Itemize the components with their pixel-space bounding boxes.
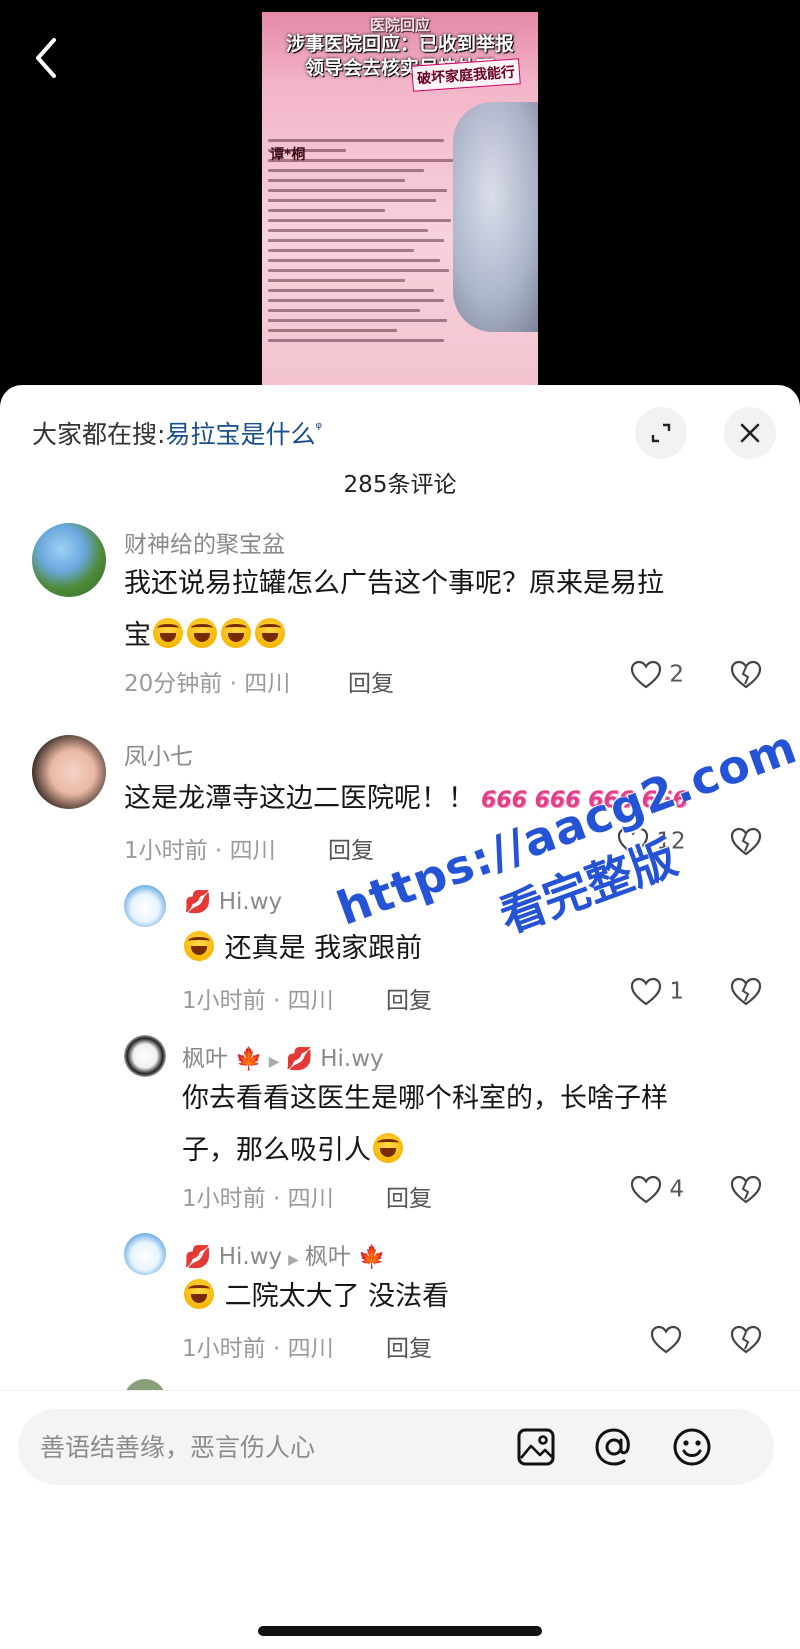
video-thumbnail[interactable]: 医院回应 涉事医院回应：已收到举报 领导会去核实尽快处理 破坏家庭我能行 谭*桐 <box>262 12 538 385</box>
laughing-emoji-icon <box>255 618 285 648</box>
smiley-icon <box>673 1428 711 1466</box>
heart-icon <box>650 1325 682 1354</box>
reply-button[interactable]: 回复 <box>386 1329 432 1363</box>
dislike-button[interactable] <box>730 827 762 857</box>
reply-arrow-icon: ▶ <box>288 1252 299 1268</box>
comment-meta: 20分钟前 · 四川 <box>124 671 291 697</box>
next-reply-partial <box>0 1377 800 1391</box>
hot-search-prefix: 大家都在搜: <box>32 420 166 449</box>
like-count: 12 <box>656 828 686 855</box>
reply-button[interactable]: 回复 <box>328 831 374 865</box>
like-count: 2 <box>669 661 684 688</box>
expand-button[interactable] <box>635 407 687 459</box>
broken-heart-icon <box>730 660 762 689</box>
lips-icon: 💋 <box>184 890 212 915</box>
like-button[interactable]: 4 <box>630 1175 684 1205</box>
like-button[interactable]: 12 <box>617 827 686 857</box>
document-text-lines <box>268 132 463 382</box>
dislike-button[interactable] <box>730 977 762 1007</box>
maple-leaf-icon: 🍁 <box>358 1245 386 1270</box>
image-button[interactable] <box>516 1427 556 1467</box>
comment-meta: 1小时前 · 四川 <box>124 838 276 864</box>
search-icon: ᵠ <box>315 418 323 438</box>
heart-icon <box>630 660 662 689</box>
laughing-emoji-icon <box>221 618 251 648</box>
reply-meta: 1小时前 · 四川 <box>182 1336 334 1362</box>
laughing-emoji-icon <box>373 1133 403 1163</box>
comment-input[interactable] <box>40 1409 520 1485</box>
hot-search-keyword[interactable]: 易拉宝是什么 <box>165 420 315 449</box>
close-button[interactable] <box>724 407 776 459</box>
reply-button[interactable]: 回复 <box>348 664 394 698</box>
chevron-left-icon <box>36 38 56 78</box>
expand-icon <box>651 423 671 443</box>
avatar[interactable] <box>124 1233 166 1275</box>
reply-meta: 1小时前 · 四川 <box>182 1186 334 1212</box>
image-icon <box>517 1428 555 1466</box>
avatar[interactable] <box>124 1035 166 1077</box>
home-indicator <box>258 1626 542 1636</box>
broken-heart-icon <box>730 977 762 1006</box>
broken-heart-icon <box>730 827 762 856</box>
reply-button[interactable]: 回复 <box>386 1179 432 1213</box>
comment-count: 285条评论 <box>343 472 457 498</box>
broken-heart-icon <box>730 1325 762 1354</box>
maple-leaf-icon: 🍁 <box>235 1047 263 1072</box>
like-button[interactable]: 2 <box>630 660 684 690</box>
lips-icon: 💋 <box>285 1047 313 1072</box>
666-sticker: 666 666 666 666 <box>481 788 688 813</box>
reply-username[interactable]: 💋 Hi.wy <box>184 889 282 915</box>
heart-icon <box>617 827 649 856</box>
reply-button[interactable]: 回复 <box>386 981 432 1015</box>
mention-button[interactable] <box>594 1427 634 1467</box>
dislike-button[interactable] <box>730 1175 762 1205</box>
comment-username[interactable]: 财神给的聚宝盆 <box>124 525 285 559</box>
reply-username[interactable]: 💋 Hi.wy ▶ 枫叶 🍁 <box>184 1237 386 1271</box>
reply-arrow-icon: ▶ <box>268 1054 280 1070</box>
reply-text: 你去看看这医生是哪个科室的，长啥子样 子，那么吸引人 <box>182 1083 668 1166</box>
person-figure <box>453 102 538 332</box>
comment-input-bar <box>0 1390 800 1649</box>
comment-input-container[interactable] <box>18 1409 774 1485</box>
reply-username[interactable]: 枫叶 🍁 ▶ 💋 Hi.wy <box>182 1039 384 1073</box>
comment-sheet: 大家都在搜:易拉宝是什么ᵠ 285条评论 财神给的聚宝盆 我还说易拉罐怎么广告这… <box>0 385 800 1649</box>
heart-icon <box>630 977 662 1006</box>
reply-text: 二院太大了 没法看 <box>182 1271 742 1323</box>
hot-search-bar[interactable]: 大家都在搜:易拉宝是什么ᵠ <box>32 415 322 451</box>
avatar[interactable] <box>32 735 106 809</box>
reply-text: 还真是 我家跟前 <box>182 923 742 975</box>
laughing-emoji-icon <box>153 618 183 648</box>
close-icon <box>740 423 760 443</box>
comment-text: 这是龙潭寺这边二医院呢！！ 666 666 666 666 <box>124 773 784 827</box>
crying-laugh-emoji-icon <box>184 931 214 961</box>
dislike-button[interactable] <box>730 660 762 690</box>
like-button[interactable]: 1 <box>630 977 684 1007</box>
avatar[interactable] <box>124 885 166 927</box>
crying-laugh-emoji-icon <box>184 1279 214 1309</box>
reply-meta: 1小时前 · 四川 <box>182 988 334 1014</box>
back-button[interactable] <box>28 30 68 86</box>
video-player[interactable]: 医院回应 涉事医院回应：已收到举报 领导会去核实尽快处理 破坏家庭我能行 谭*桐 <box>0 0 800 385</box>
like-count: 4 <box>669 1176 684 1203</box>
avatar[interactable] <box>32 523 106 597</box>
at-icon <box>595 1428 630 1466</box>
comment-username[interactable]: 凤小七 <box>124 737 193 771</box>
like-button[interactable] <box>650 1325 682 1355</box>
laughing-emoji-icon <box>187 618 217 648</box>
comment-text: 我还说易拉罐怎么广告这个事呢？原来是易拉 宝 <box>124 568 664 651</box>
lips-icon: 💋 <box>184 1245 212 1270</box>
heart-icon <box>630 1175 662 1204</box>
emoji-button[interactable] <box>672 1427 712 1467</box>
dislike-button[interactable] <box>730 1325 762 1355</box>
broken-heart-icon <box>730 1175 762 1204</box>
like-count: 1 <box>669 978 684 1005</box>
